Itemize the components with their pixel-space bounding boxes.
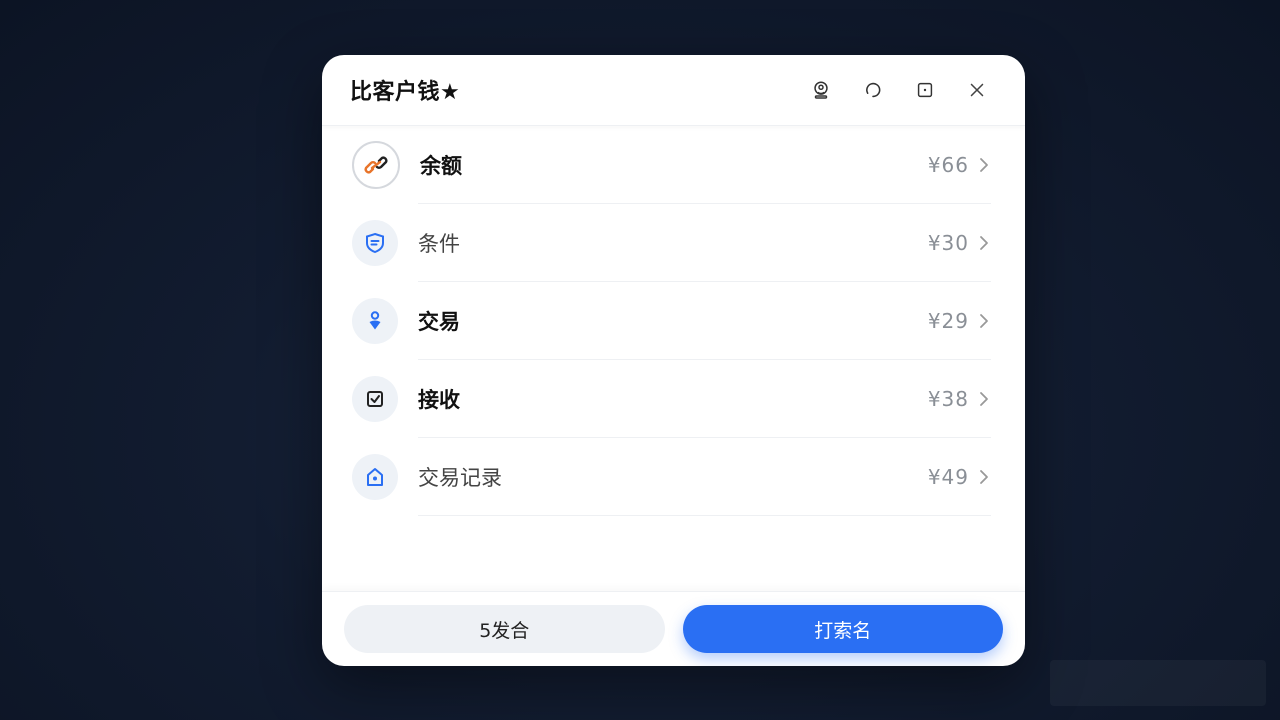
list-item[interactable]: 交易记录 ¥49: [352, 438, 991, 516]
list-item[interactable]: 余额 ¥66: [352, 126, 991, 204]
secondary-button[interactable]: 5发合: [344, 605, 665, 653]
watermark-logo: [1050, 660, 1266, 706]
support-icon: [814, 81, 828, 99]
location-pin-icon: [369, 311, 381, 330]
maximize-icon: [917, 82, 933, 98]
close-button[interactable]: [957, 70, 997, 110]
list-item[interactable]: 交易 ¥29: [352, 282, 991, 360]
item-label: 交易: [418, 310, 460, 334]
item-label: 交易记录: [418, 466, 502, 490]
dialog: 比客户钱★ 余额 ¥66 条件 ¥30 交易 ¥29 接收 ¥38 交易记录 ¥…: [322, 55, 1025, 666]
item-value: ¥29: [927, 309, 969, 333]
item-list: 余额 ¥66 条件 ¥30 交易 ¥29 接收 ¥38 交易记录 ¥49: [322, 126, 1025, 516]
item-label: 接收: [418, 388, 460, 412]
checkbox-icon: [367, 391, 383, 407]
row-icon-wrap: [352, 141, 400, 189]
chevron-right-icon: [977, 468, 991, 486]
list-item[interactable]: 接收 ¥38: [352, 360, 991, 438]
maximize-button[interactable]: [905, 70, 945, 110]
list-item[interactable]: 条件 ¥30: [352, 204, 991, 282]
refresh-icon: [866, 82, 881, 98]
chevron-right-icon: [977, 234, 991, 252]
row-icon-wrap: [352, 376, 398, 422]
item-label: 条件: [418, 232, 460, 256]
chevron-right-icon: [977, 390, 991, 408]
row-icon-wrap: [352, 298, 398, 344]
message-shield-icon: [366, 232, 384, 254]
item-label: 余额: [420, 154, 462, 178]
row-icon-wrap: [352, 220, 398, 266]
support-button[interactable]: [801, 70, 841, 110]
item-value: ¥38: [927, 387, 969, 411]
primary-button[interactable]: 打索名: [682, 605, 1003, 653]
item-value: ¥66: [927, 153, 969, 177]
refresh-button[interactable]: [853, 70, 893, 110]
chevron-right-icon: [977, 312, 991, 330]
chevron-right-icon: [977, 156, 991, 174]
link-chain-icon: [364, 156, 388, 174]
item-value: ¥49: [927, 465, 969, 489]
dialog-title: 比客户钱★: [350, 80, 461, 105]
dialog-footer: 5发合 打索名: [322, 591, 1025, 666]
dialog-header: 比客户钱★: [322, 55, 1025, 126]
item-value: ¥30: [927, 231, 969, 255]
row-icon-wrap: [352, 454, 398, 500]
close-icon: [970, 83, 984, 97]
home-lock-icon: [367, 468, 383, 486]
